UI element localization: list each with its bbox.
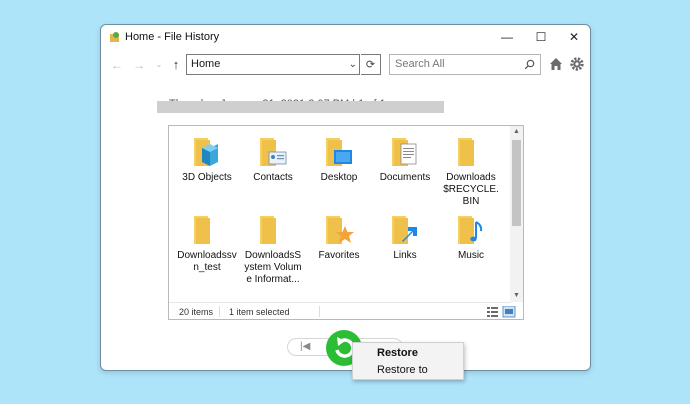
home-icon[interactable] [548,56,564,72]
back-arrow-icon[interactable]: ← [109,57,125,73]
gear-icon[interactable] [569,56,585,72]
minimize-button[interactable]: — [490,25,524,49]
vertical-scrollbar[interactable]: ▲ ▼ [510,126,523,302]
item-label: Desktop [320,172,358,183]
restore-context-menu: Restore Restore to [352,342,464,380]
close-button[interactable]: ✕ [557,25,590,49]
scroll-down-icon[interactable]: ▼ [510,290,523,302]
list-item[interactable]: 3D Objects [177,136,237,184]
status-divider [319,306,320,317]
navigation-bar: ← → ⌄ ↑ Home ⌄ ⟳ Search All [101,53,590,77]
list-item[interactable]: Downloads$RECYCLE.BIN [441,136,501,208]
folder-favorites-icon [326,216,354,244]
folder-icon [458,138,474,166]
file-list-pane[interactable]: 3D Objects Contacts Desktop Documents Do… [168,125,524,320]
folder-icon [260,216,276,244]
previous-version-icon[interactable]: |◀ [300,341,310,352]
item-label: Links [393,250,417,261]
item-label: Downloadssvn_test [177,250,237,273]
recent-chevron-icon[interactable]: ⌄ [151,57,167,73]
list-item[interactable]: Downloadssvn_test [177,214,237,274]
search-icon [524,59,535,70]
folder-music-icon [458,216,483,244]
list-item[interactable]: Desktop [309,136,369,184]
refresh-button[interactable]: ⟳ [361,54,381,75]
title-bar[interactable]: Home - File History — ☐ ✕ [101,25,590,49]
item-label: Music [457,250,485,261]
address-bar[interactable]: Home ⌄ [186,54,360,75]
list-item[interactable]: Links [375,214,435,262]
folder-contacts-icon [260,138,287,166]
file-history-window: Home - File History — ☐ ✕ ← → ⌄ ↑ Home ⌄… [100,24,591,371]
details-view-icon [487,307,498,317]
item-label: Favorites [318,250,360,261]
list-item[interactable]: Music [441,214,501,262]
refresh-icon: ⟳ [365,59,376,71]
list-item[interactable]: Contacts [243,136,303,184]
item-count: 20 items [179,307,214,317]
page-background: Home - File History — ☐ ✕ ← → ⌄ ↑ Home ⌄… [0,0,690,404]
up-arrow-icon[interactable]: ↑ [169,57,183,73]
folder-3d-icon [194,138,218,166]
folder-links-icon [392,216,417,244]
redaction-bar [157,101,444,113]
large-icons-view-icon [502,306,516,318]
menu-item-restore-to[interactable]: Restore to [377,364,428,376]
view-mode-icons[interactable] [487,306,521,318]
item-label: Contacts [253,172,293,183]
forward-arrow-icon[interactable]: → [131,57,147,73]
scroll-up-icon[interactable]: ▲ [510,126,523,138]
list-item[interactable]: Documents [375,136,435,184]
window-title: Home - File History [125,31,220,43]
search-placeholder: Search All [395,58,445,70]
folder-desktop-icon [326,138,352,166]
list-item[interactable]: Favorites [309,214,369,262]
item-label: DownloadsSystem Volume Informat... [244,250,302,285]
maximize-button[interactable]: ☐ [524,25,558,49]
file-history-app-icon [110,32,119,42]
folder-icon [194,216,210,244]
selection-count: 1 item selected [229,307,290,317]
status-bar: 20 items 1 item selected [169,302,516,320]
chevron-down-icon[interactable]: ⌄ [349,55,357,74]
folder-documents-icon [392,138,417,166]
menu-item-restore[interactable]: Restore [377,347,418,359]
item-label: Documents [379,172,431,183]
status-divider [219,306,220,317]
item-label: Downloads$RECYCLE.BIN [443,172,499,207]
item-label: 3D Objects [182,172,232,183]
list-item[interactable]: DownloadsSystem Volume Informat... [243,214,303,286]
address-value: Home [191,58,221,70]
search-input[interactable]: Search All [389,54,541,75]
scrollbar-thumb[interactable] [512,140,521,226]
